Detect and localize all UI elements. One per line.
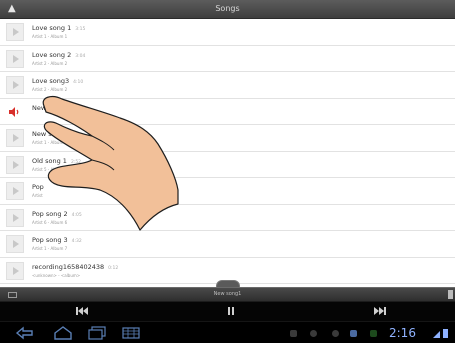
play-icon[interactable] [6, 76, 24, 94]
title-bar: ▲ Songs [0, 0, 455, 19]
skip-next-button[interactable] [368, 306, 392, 318]
sync-icon [310, 330, 317, 337]
song-title: Pop song 2 [32, 209, 68, 218]
song-row[interactable]: Pop song 3 4:32 Artist 1 - Album 7 [0, 231, 455, 258]
back-icon[interactable] [14, 326, 36, 340]
song-row[interactable]: Love song3 4:10 Artist 2 - Album 2 [0, 72, 455, 99]
song-title: recording1658402438 [32, 262, 105, 271]
pause-button[interactable] [219, 306, 243, 318]
song-artist: Artist 2 - Album 2 [32, 60, 68, 66]
playback-controls [0, 301, 455, 321]
grip-icon [448, 290, 453, 299]
download-icon [332, 330, 339, 337]
song-row[interactable]: Love song 1 3:15 Artist 1 - Album 1 [0, 19, 455, 46]
song-artist: Artist 1 - Album [32, 140, 64, 145]
notification-icon [350, 330, 357, 337]
speaker-icon [9, 106, 19, 117]
song-title: Old song 1 [32, 156, 67, 165]
song-artist: Artist 1 - Album 7 [32, 246, 68, 251]
song-title: Love song 1 [32, 24, 72, 32]
now-playing-title: New song1 [213, 291, 242, 297]
play-icon[interactable] [6, 129, 24, 147]
song-list[interactable]: Love song 1 3:15 Artist 1 - Album 1 Love … [0, 19, 455, 287]
song-artist: <unknown> - <album> [32, 272, 81, 278]
song-row[interactable]: Love song 2 3:04 Artist 2 - Album 2 [0, 45, 455, 72]
app-notification-icon [370, 330, 377, 337]
skip-next-icon [374, 307, 386, 315]
wifi-battery-icon [433, 329, 448, 338]
play-icon[interactable] [6, 208, 24, 227]
song-title: Pop [32, 183, 44, 191]
song-duration: 4:10 [73, 80, 84, 85]
system-bar: 2:16 [0, 321, 455, 343]
play-icon[interactable] [6, 235, 24, 253]
home-nav-icon[interactable] [52, 326, 74, 340]
song-duration: 4:05 [71, 212, 82, 218]
play-icon[interactable] [6, 155, 24, 174]
song-duration: 2:52 [70, 159, 82, 165]
song-title: New song1 [32, 103, 68, 112]
song-artist: Artist 6 - Album 6 [32, 219, 68, 225]
song-artist: Artist [32, 193, 43, 198]
skip-previous-button[interactable] [70, 306, 94, 318]
song-duration: 3:04 [75, 53, 86, 59]
song-artist: Artist 5 - Album 8 [32, 166, 68, 172]
pause-icon [228, 307, 234, 315]
skip-previous-icon [76, 307, 88, 315]
play-icon[interactable] [6, 182, 24, 200]
recent-apps-icon[interactable] [86, 326, 108, 340]
song-artist: Artist 2 - Album 2 [32, 87, 68, 92]
usb-icon [290, 330, 297, 337]
song-title: New song2 [32, 130, 68, 138]
song-duration: 3:15 [75, 27, 86, 32]
song-duration: 3:05 [72, 106, 83, 112]
song-title: Pop song 3 [32, 236, 68, 244]
clock: 2:16 [389, 326, 416, 340]
play-icon[interactable] [6, 261, 24, 280]
song-row-playing[interactable]: New song1 3:05 [0, 98, 455, 125]
song-duration: 0:12 [108, 265, 119, 271]
song-row[interactable]: New song2 Artist 1 - Album [0, 125, 455, 152]
song-row[interactable]: Pop Artist [0, 178, 455, 205]
app-title: Songs [215, 4, 240, 13]
song-artist: Artist 1 - Album 1 [32, 34, 68, 39]
song-title: Love song 2 [32, 50, 72, 59]
song-row[interactable]: Pop song 2 4:05 Artist 6 - Album 6 [0, 204, 455, 231]
song-duration: 4:32 [71, 239, 82, 244]
song-title: Love song3 [32, 77, 70, 85]
play-icon[interactable] [6, 23, 24, 41]
now-playing-bar[interactable]: New song1 [0, 287, 455, 301]
song-row[interactable]: Old song 1 2:52 Artist 5 - Album 8 [0, 151, 455, 178]
menu-icon[interactable] [120, 326, 142, 340]
play-icon[interactable] [6, 49, 24, 68]
